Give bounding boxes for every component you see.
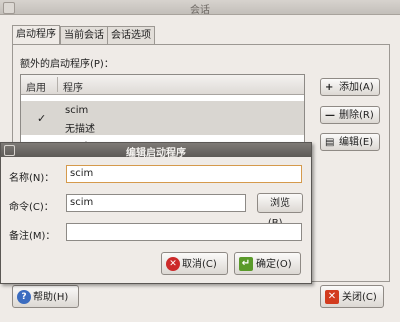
list-row-scim[interactable]: ✓ scim 无描述 xyxy=(21,101,304,135)
ok-button-label: 确定(O) xyxy=(256,259,292,270)
command-label: 命令(C)： xyxy=(9,202,54,213)
command-field[interactable]: scim xyxy=(66,194,246,212)
window-title: 会话 xyxy=(190,5,210,16)
name-field[interactable]: scim xyxy=(66,165,302,183)
close-button[interactable]: ✕ 关闭(C) xyxy=(320,285,384,308)
close-icon: ✕ xyxy=(325,290,339,304)
comment-label: 备注(M)： xyxy=(9,231,56,242)
close-button-label: 关闭(C) xyxy=(342,292,377,303)
cancel-button-label: 取消(C) xyxy=(182,259,217,270)
remove-button-label: 删除(R) xyxy=(339,110,374,121)
help-icon: ? xyxy=(17,290,31,304)
column-separator xyxy=(57,77,58,92)
comment-field[interactable] xyxy=(66,223,302,241)
dialog-titlebar[interactable]: 编辑启动程序 xyxy=(1,143,311,159)
help-button-label: 帮助(H) xyxy=(33,292,69,303)
cancel-icon: ✕ xyxy=(166,257,180,271)
edit-startup-dialog: 编辑启动程序 名称(N)： scim 命令(C)： scim 浏览(B)... … xyxy=(0,142,312,284)
name-label: 名称(N)： xyxy=(9,173,55,184)
add-button[interactable]: + 添加(A) xyxy=(320,78,380,96)
plus-icon: + xyxy=(325,82,334,93)
program-name: scim xyxy=(65,105,89,116)
ok-button[interactable]: ↵ 确定(O) xyxy=(234,252,301,275)
program-description: 无描述 xyxy=(65,124,95,135)
browse-button[interactable]: 浏览(B)... xyxy=(257,193,303,229)
tab-startup-programs[interactable]: 启动程序 xyxy=(12,25,60,44)
edit-icon: ▤ xyxy=(325,137,335,148)
remove-button[interactable]: — 删除(R) xyxy=(320,106,380,124)
list-header: 启用 程序 xyxy=(21,75,304,95)
add-button-label: 添加(A) xyxy=(339,82,374,93)
minus-icon: — xyxy=(325,110,335,121)
edit-button-label: 编辑(E) xyxy=(339,137,374,148)
column-header-enabled[interactable]: 启用 xyxy=(26,79,46,94)
cancel-button[interactable]: ✕ 取消(C) xyxy=(161,252,228,275)
tab-session-options[interactable]: 会话选项 xyxy=(107,26,155,44)
edit-button[interactable]: ▤ 编辑(E) xyxy=(320,133,380,151)
help-button[interactable]: ? 帮助(H) xyxy=(12,285,79,308)
dialog-title: 编辑启动程序 xyxy=(126,148,186,159)
window-titlebar[interactable]: 会话 xyxy=(0,0,400,16)
column-header-program[interactable]: 程序 xyxy=(63,79,83,94)
ok-arrow-icon: ↵ xyxy=(239,257,253,271)
tab-current-session[interactable]: 当前会话 xyxy=(60,26,108,44)
section-label: 额外的启动程序(P)： xyxy=(20,59,114,70)
enabled-checkbox[interactable]: ✓ xyxy=(37,112,46,125)
